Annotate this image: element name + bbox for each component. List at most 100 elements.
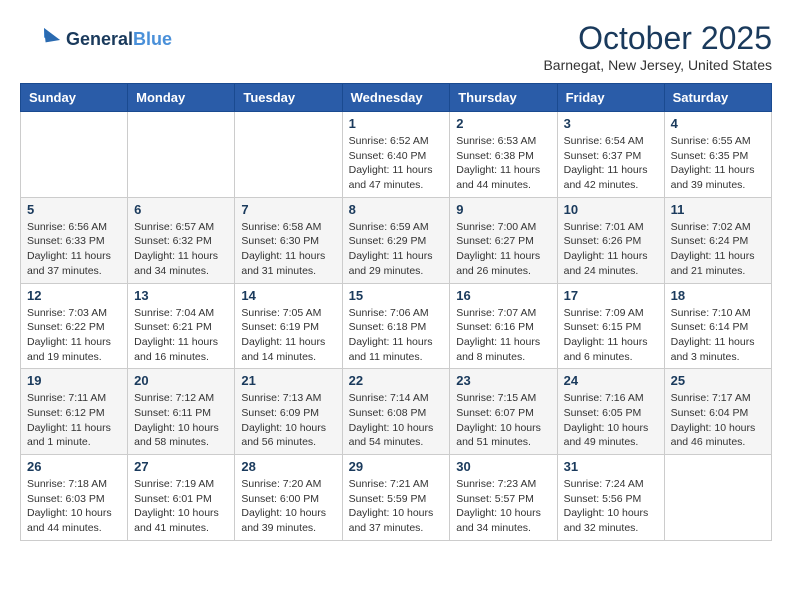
day-number: 4 bbox=[671, 116, 765, 131]
calendar-cell: 12Sunrise: 7:03 AMSunset: 6:22 PMDayligh… bbox=[21, 283, 128, 369]
day-info: Sunrise: 6:56 AMSunset: 6:33 PMDaylight:… bbox=[27, 220, 121, 279]
calendar-cell: 20 Sunrise: 7:12 AMSunset: 6:11 PMDayligh… bbox=[128, 369, 235, 455]
calendar-cell: 1 Sunrise: 6:52 AMSunset: 6:40 PMDaylight… bbox=[342, 112, 450, 198]
day-info: Sunrise: 7:23 AMSunset: 5:57 PMDaylight:… bbox=[456, 477, 550, 536]
weekday-header-wednesday: Wednesday bbox=[342, 84, 450, 112]
day-number: 11 bbox=[671, 202, 765, 217]
day-info: Sunrise: 6:59 AMSunset: 6:29 PMDaylight:… bbox=[349, 220, 444, 279]
day-number: 18 bbox=[671, 288, 765, 303]
day-number: 23 bbox=[456, 373, 550, 388]
day-number: 21 bbox=[241, 373, 335, 388]
day-number: 14 bbox=[241, 288, 335, 303]
day-number: 20 bbox=[134, 373, 228, 388]
day-number: 24 bbox=[564, 373, 658, 388]
day-info: Sunrise: 7:14 AMSunset: 6:08 PMDaylight:… bbox=[349, 391, 444, 450]
day-info: Sunrise: 6:54 AMSunset: 6:37 PMDaylight:… bbox=[564, 134, 658, 193]
day-info: Sunrise: 7:10 AMSunset: 6:14 PMDaylight:… bbox=[671, 306, 765, 365]
logo: GeneralBlue bbox=[20, 20, 172, 60]
calendar-week-row: 5 Sunrise: 6:56 AMSunset: 6:33 PMDaylight… bbox=[21, 197, 772, 283]
day-info: Sunrise: 7:12 AMSunset: 6:11 PMDaylight:… bbox=[134, 391, 228, 450]
calendar-cell bbox=[128, 112, 235, 198]
calendar-cell: 21Sunrise: 7:13 AMSunset: 6:09 PMDayligh… bbox=[235, 369, 342, 455]
calendar-cell: 26Sunrise: 7:18 AMSunset: 6:03 PMDayligh… bbox=[21, 455, 128, 541]
day-number: 3 bbox=[564, 116, 658, 131]
day-number: 13 bbox=[134, 288, 228, 303]
day-number: 10 bbox=[564, 202, 658, 217]
day-number: 15 bbox=[349, 288, 444, 303]
calendar-cell: 4 Sunrise: 6:55 AMSunset: 6:35 PMDaylight… bbox=[664, 112, 771, 198]
day-info: Sunrise: 6:55 AMSunset: 6:35 PMDaylight:… bbox=[671, 134, 765, 193]
calendar-cell: 30Sunrise: 7:23 AMSunset: 5:57 PMDayligh… bbox=[450, 455, 557, 541]
calendar-cell: 31Sunrise: 7:24 AMSunset: 5:56 PMDayligh… bbox=[557, 455, 664, 541]
calendar-cell: 24Sunrise: 7:16 AMSunset: 6:05 PMDayligh… bbox=[557, 369, 664, 455]
weekday-header-tuesday: Tuesday bbox=[235, 84, 342, 112]
calendar-week-row: 12Sunrise: 7:03 AMSunset: 6:22 PMDayligh… bbox=[21, 283, 772, 369]
calendar-week-row: 26Sunrise: 7:18 AMSunset: 6:03 PMDayligh… bbox=[21, 455, 772, 541]
calendar-cell: 3 Sunrise: 6:54 AMSunset: 6:37 PMDaylight… bbox=[557, 112, 664, 198]
day-info: Sunrise: 7:04 AMSunset: 6:21 PMDaylight:… bbox=[134, 306, 228, 365]
day-info: Sunrise: 7:11 AMSunset: 6:12 PMDaylight:… bbox=[27, 391, 121, 450]
day-number: 9 bbox=[456, 202, 550, 217]
day-number: 28 bbox=[241, 459, 335, 474]
day-number: 6 bbox=[134, 202, 228, 217]
day-info: Sunrise: 7:00 AMSunset: 6:27 PMDaylight:… bbox=[456, 220, 550, 279]
calendar-cell: 7Sunrise: 6:58 AMSunset: 6:30 PMDaylight… bbox=[235, 197, 342, 283]
day-info: Sunrise: 7:03 AMSunset: 6:22 PMDaylight:… bbox=[27, 306, 121, 365]
logo-icon bbox=[20, 20, 60, 60]
calendar-cell: 14 Sunrise: 7:05 AMSunset: 6:19 PMDayligh… bbox=[235, 283, 342, 369]
calendar-cell: 2 Sunrise: 6:53 AMSunset: 6:38 PMDaylight… bbox=[450, 112, 557, 198]
day-info: Sunrise: 7:15 AMSunset: 6:07 PMDaylight:… bbox=[456, 391, 550, 450]
calendar-cell: 27Sunrise: 7:19 AMSunset: 6:01 PMDayligh… bbox=[128, 455, 235, 541]
calendar-cell bbox=[21, 112, 128, 198]
day-number: 16 bbox=[456, 288, 550, 303]
logo-text: GeneralBlue bbox=[66, 29, 172, 51]
day-info: Sunrise: 6:52 AMSunset: 6:40 PMDaylight:… bbox=[349, 134, 444, 193]
day-number: 31 bbox=[564, 459, 658, 474]
day-number: 29 bbox=[349, 459, 444, 474]
day-info: Sunrise: 7:17 AMSunset: 6:04 PMDaylight:… bbox=[671, 391, 765, 450]
calendar-table: SundayMondayTuesdayWednesdayThursdayFrid… bbox=[20, 83, 772, 541]
day-number: 17 bbox=[564, 288, 658, 303]
calendar-cell bbox=[664, 455, 771, 541]
calendar-week-row: 19 Sunrise: 7:11 AMSunset: 6:12 PMDayligh… bbox=[21, 369, 772, 455]
calendar-subtitle: Barnegat, New Jersey, United States bbox=[543, 57, 772, 73]
title-block: October 2025 Barnegat, New Jersey, Unite… bbox=[543, 20, 772, 73]
calendar-cell: 10Sunrise: 7:01 AMSunset: 6:26 PMDayligh… bbox=[557, 197, 664, 283]
day-number: 5 bbox=[27, 202, 121, 217]
day-number: 1 bbox=[349, 116, 444, 131]
calendar-cell bbox=[235, 112, 342, 198]
calendar-cell: 29 Sunrise: 7:21 AMSunset: 5:59 PMDayligh… bbox=[342, 455, 450, 541]
day-number: 19 bbox=[27, 373, 121, 388]
day-info: Sunrise: 7:09 AMSunset: 6:15 PMDaylight:… bbox=[564, 306, 658, 365]
day-info: Sunrise: 7:21 AMSunset: 5:59 PMDaylight:… bbox=[349, 477, 444, 536]
weekday-header-saturday: Saturday bbox=[664, 84, 771, 112]
calendar-cell: 16 Sunrise: 7:07 AMSunset: 6:16 PMDayligh… bbox=[450, 283, 557, 369]
day-number: 2 bbox=[456, 116, 550, 131]
calendar-cell: 8 Sunrise: 6:59 AMSunset: 6:29 PMDaylight… bbox=[342, 197, 450, 283]
day-info: Sunrise: 7:02 AMSunset: 6:24 PMDaylight:… bbox=[671, 220, 765, 279]
calendar-cell: 23 Sunrise: 7:15 AMSunset: 6:07 PMDayligh… bbox=[450, 369, 557, 455]
weekday-header-row: SundayMondayTuesdayWednesdayThursdayFrid… bbox=[21, 84, 772, 112]
day-info: Sunrise: 7:07 AMSunset: 6:16 PMDaylight:… bbox=[456, 306, 550, 365]
day-info: Sunrise: 7:18 AMSunset: 6:03 PMDaylight:… bbox=[27, 477, 121, 536]
calendar-title: October 2025 bbox=[543, 20, 772, 57]
calendar-week-row: 1 Sunrise: 6:52 AMSunset: 6:40 PMDaylight… bbox=[21, 112, 772, 198]
day-info: Sunrise: 7:05 AMSunset: 6:19 PMDaylight:… bbox=[241, 306, 335, 365]
calendar-cell: 11 Sunrise: 7:02 AMSunset: 6:24 PMDayligh… bbox=[664, 197, 771, 283]
calendar-cell: 19 Sunrise: 7:11 AMSunset: 6:12 PMDayligh… bbox=[21, 369, 128, 455]
day-number: 8 bbox=[349, 202, 444, 217]
calendar-cell: 9 Sunrise: 7:00 AMSunset: 6:27 PMDaylight… bbox=[450, 197, 557, 283]
day-number: 7 bbox=[241, 202, 335, 217]
calendar-cell: 25 Sunrise: 7:17 AMSunset: 6:04 PMDayligh… bbox=[664, 369, 771, 455]
day-info: Sunrise: 6:53 AMSunset: 6:38 PMDaylight:… bbox=[456, 134, 550, 193]
day-number: 22 bbox=[349, 373, 444, 388]
page-header: GeneralBlue October 2025 Barnegat, New J… bbox=[20, 20, 772, 73]
day-number: 27 bbox=[134, 459, 228, 474]
calendar-cell: 5 Sunrise: 6:56 AMSunset: 6:33 PMDaylight… bbox=[21, 197, 128, 283]
calendar-cell: 22 Sunrise: 7:14 AMSunset: 6:08 PMDayligh… bbox=[342, 369, 450, 455]
weekday-header-thursday: Thursday bbox=[450, 84, 557, 112]
weekday-header-sunday: Sunday bbox=[21, 84, 128, 112]
day-number: 25 bbox=[671, 373, 765, 388]
day-info: Sunrise: 6:57 AMSunset: 6:32 PMDaylight:… bbox=[134, 220, 228, 279]
calendar-cell: 6 Sunrise: 6:57 AMSunset: 6:32 PMDaylight… bbox=[128, 197, 235, 283]
